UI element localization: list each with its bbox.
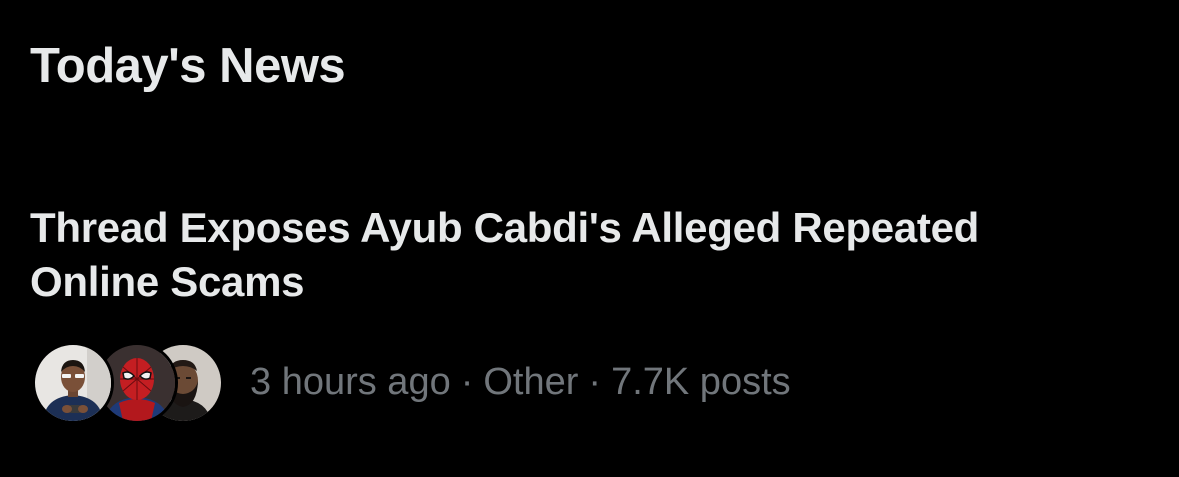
news-story-card[interactable]: Thread Exposes Ayub Cabdi's Alleged Repe… xyxy=(0,190,1179,450)
meta-separator: · xyxy=(460,361,474,403)
story-timestamp: 3 hours ago xyxy=(250,361,451,403)
story-category: Other xyxy=(483,361,579,403)
section-title: Today's News xyxy=(30,39,346,93)
story-post-count: 7.7K posts xyxy=(611,361,791,403)
story-headline[interactable]: Thread Exposes Ayub Cabdi's Alleged Repe… xyxy=(30,201,1030,309)
avatar-stack xyxy=(30,340,224,424)
man-with-phone-avatar-image xyxy=(35,345,111,421)
story-meta: 3 hours ago · Other · 7.7K posts xyxy=(250,359,791,405)
avatar xyxy=(32,342,114,424)
meta-separator: · xyxy=(588,361,602,403)
story-meta-row: 3 hours ago · Other · 7.7K posts xyxy=(30,340,791,424)
